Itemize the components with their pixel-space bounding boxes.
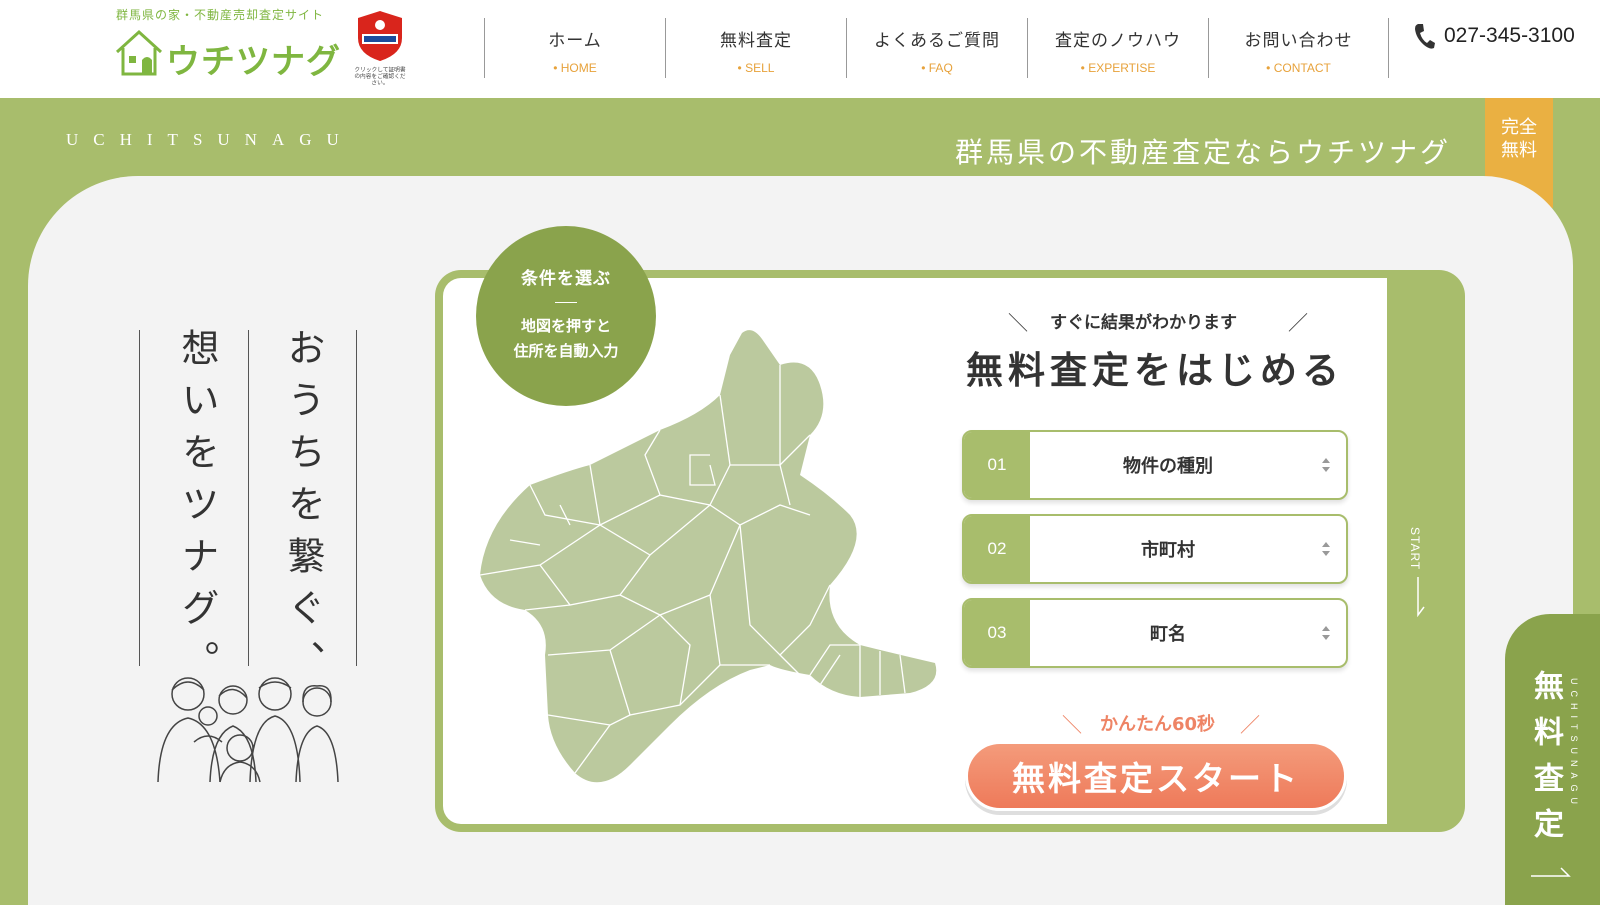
city-select[interactable]: 02 市町村 — [962, 514, 1348, 584]
select-conditions-badge: 条件を選ぶ 地図を押すと 住所を自動入力 — [476, 226, 656, 406]
site-logo[interactable]: 群馬県の家・不動産売却査定サイト ウチツナグ — [114, 6, 340, 86]
start-label: START — [1408, 527, 1422, 571]
property-type-select[interactable]: 01 物件の種別 — [962, 430, 1348, 500]
hero-copy-line1: おうちを繋ぐ、 — [281, 328, 325, 692]
secom-shield-icon — [358, 11, 402, 61]
nav-item-expertise[interactable]: 査定のノウハウ EXPERTISE — [1027, 18, 1208, 78]
easy-60sec-text: かんたん60秒 — [1100, 714, 1216, 735]
nav-label: 無料査定 — [720, 31, 792, 51]
lead-slash-left: ＼ — [1008, 311, 1028, 335]
copy-rule — [356, 330, 357, 666]
nav-item-home[interactable]: ホーム HOME — [484, 18, 665, 78]
secom-seal[interactable]: クリックして証明書の内容をご確認ください。 — [352, 10, 408, 86]
copy-rule — [248, 330, 249, 666]
nav-label: 査定のノウハウ — [1055, 31, 1181, 51]
lead-text: すぐに結果がわかります — [1050, 313, 1237, 333]
nav-sublabel: EXPERTISE — [1028, 61, 1208, 75]
select-label: 物件の種別 — [1123, 456, 1213, 477]
nav-label: よくあるご質問 — [874, 31, 1000, 51]
nav-item-sell[interactable]: 無料査定 SELL — [665, 18, 846, 78]
phone-link[interactable]: 027-345-3100 — [1412, 22, 1575, 50]
nav-sublabel: CONTACT — [1209, 61, 1388, 75]
easy-slash-left: ＼ — [1062, 713, 1082, 737]
nav-label: ホーム — [548, 31, 602, 51]
ribbon-text: 完全 無料 — [1501, 117, 1537, 161]
family-illustration — [157, 677, 339, 783]
nav-item-faq[interactable]: よくあるご質問 FAQ — [846, 18, 1027, 78]
nav-sublabel: HOME — [485, 61, 665, 75]
step-number: 01 — [964, 432, 1030, 498]
town-select[interactable]: 03 町名 — [962, 598, 1348, 668]
step-number: 03 — [964, 600, 1030, 666]
phone-number: 027-345-3100 — [1444, 24, 1575, 47]
side-tab-arrow-icon — [1531, 867, 1571, 877]
logo-wordmark: ウチツナグ — [166, 42, 341, 82]
badge-desc-line1: 地図を押すと — [520, 317, 611, 335]
easy-slash-right: ／ — [1240, 713, 1260, 737]
start-estimate-button[interactable]: 無料査定スタート — [965, 741, 1347, 811]
house-logo-icon — [115, 29, 163, 76]
hero-copy-line2: 想いをツナグ。 — [175, 328, 219, 692]
select-label: 町名 — [1150, 624, 1186, 645]
side-tab-english: UCHITSUNAGU — [1569, 678, 1579, 811]
phone-icon — [1415, 24, 1435, 49]
nav-sublabel: SELL — [666, 61, 846, 75]
nav-sublabel: FAQ — [847, 61, 1027, 75]
badge-title: 条件を選ぶ — [521, 269, 611, 289]
secom-note: クリックして証明書の内容をご確認ください。 — [354, 66, 406, 87]
select-arrows-icon — [1306, 516, 1346, 582]
select-label: 市町村 — [1141, 540, 1195, 561]
nav-label: お問い合わせ — [1244, 31, 1353, 51]
side-tab-label: 無料査定 — [1528, 670, 1563, 854]
lead-slash-right: ／ — [1288, 311, 1308, 335]
free-estimate-side-tab[interactable]: 無料査定 UCHITSUNAGU — [1505, 614, 1600, 905]
select-arrows-icon — [1306, 600, 1346, 666]
badge-desc-line2: 住所を自動入力 — [513, 342, 619, 360]
nav-item-contact[interactable]: お問い合わせ CONTACT — [1208, 18, 1389, 78]
step-number: 02 — [964, 516, 1030, 582]
band-title: 群馬県の不動産査定ならウチツナグ — [955, 136, 1452, 169]
select-arrows-icon — [1306, 432, 1346, 498]
copy-rule — [139, 330, 140, 666]
logo-tagline: 群馬県の家・不動産売却査定サイト — [116, 8, 325, 22]
headline: 無料査定をはじめる — [966, 349, 1344, 392]
site-header: 群馬県の家・不動産売却査定サイト ウチツナグ クリックして証明書の内容をご確認く… — [0, 0, 1600, 98]
brand-english-name: UCHITSUNAGU — [66, 130, 354, 149]
main-nav: ホーム HOME 無料査定 SELL よくあるご質問 FAQ 査定のノウハウ E… — [484, 18, 1389, 78]
start-arrow-icon — [1417, 577, 1425, 617]
badge-divider — [555, 302, 577, 303]
